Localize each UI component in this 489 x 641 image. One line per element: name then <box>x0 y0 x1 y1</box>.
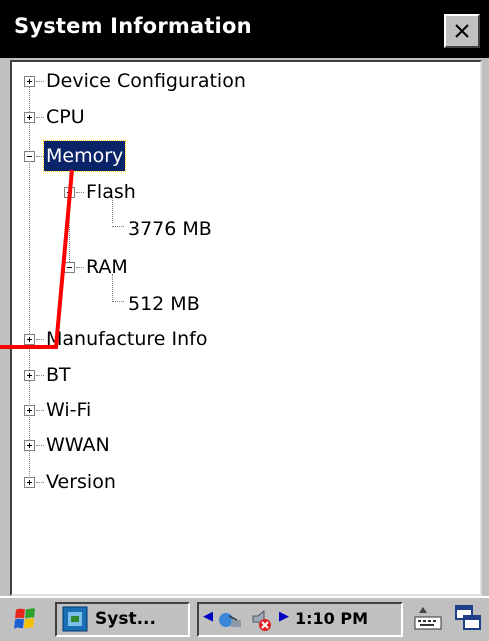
start-flag-icon <box>14 608 35 629</box>
expand-plus-icon[interactable] <box>24 477 35 488</box>
window-switch-icon <box>455 605 481 630</box>
expand-plus-icon[interactable] <box>24 370 35 381</box>
expand-plus-icon[interactable] <box>24 440 35 451</box>
tree-item-label: WWAN <box>46 434 110 456</box>
tree-item-label: Wi-Fi <box>46 399 92 421</box>
volume-muted-icon[interactable] <box>249 607 275 633</box>
input-panel-button[interactable] <box>410 602 446 637</box>
tree-item-label: Manufacture Info <box>46 328 208 350</box>
collapse-minus-icon[interactable] <box>24 151 35 162</box>
expand-plus-icon[interactable] <box>24 334 35 345</box>
tree-item-label: RAM <box>86 256 128 278</box>
tree-item-label: Device Configuration <box>46 70 246 92</box>
tree-item-label: BT <box>46 364 71 386</box>
tree-item-label: Version <box>46 471 116 493</box>
window-title: System Information <box>14 14 252 38</box>
tree-item-label: Flash <box>86 181 136 203</box>
tree-item-label: 3776 MB <box>128 218 212 240</box>
close-icon <box>455 24 469 38</box>
expand-plus-icon[interactable] <box>24 405 35 416</box>
tree-item-label: Memory <box>42 140 127 172</box>
tree-connector <box>29 76 30 480</box>
taskbar: Syst... ◀ ▶ 1:10 PM <box>0 596 489 641</box>
collapse-minus-icon[interactable] <box>64 187 75 198</box>
tree-view[interactable]: Device Configuration CPU Memory Flash 37… <box>10 60 482 596</box>
task-button-label: Syst... <box>95 609 156 629</box>
clock[interactable]: 1:10 PM <box>295 609 368 628</box>
left-arrow-icon[interactable]: ◀ <box>203 609 213 624</box>
tree-item-label: CPU <box>46 106 85 128</box>
title-bar: System Information <box>0 0 489 58</box>
close-button[interactable] <box>444 14 480 48</box>
right-arrow-icon[interactable]: ▶ <box>279 609 289 624</box>
window-switcher-button[interactable] <box>452 602 486 637</box>
notification-area: ◀ ▶ 1:10 PM <box>197 602 403 637</box>
collapse-minus-icon[interactable] <box>64 262 75 273</box>
app-window-icon <box>62 606 88 632</box>
tree-connector <box>69 164 70 264</box>
start-button[interactable] <box>4 602 48 637</box>
keyboard-icon <box>414 607 442 630</box>
window-frame: System Information Device Configuration … <box>0 0 489 641</box>
tree-item-label: 512 MB <box>128 293 200 315</box>
task-button-system-information[interactable]: Syst... <box>55 602 190 637</box>
expand-plus-icon[interactable] <box>24 76 35 87</box>
network-icon[interactable] <box>217 608 243 632</box>
expand-plus-icon[interactable] <box>24 112 35 123</box>
